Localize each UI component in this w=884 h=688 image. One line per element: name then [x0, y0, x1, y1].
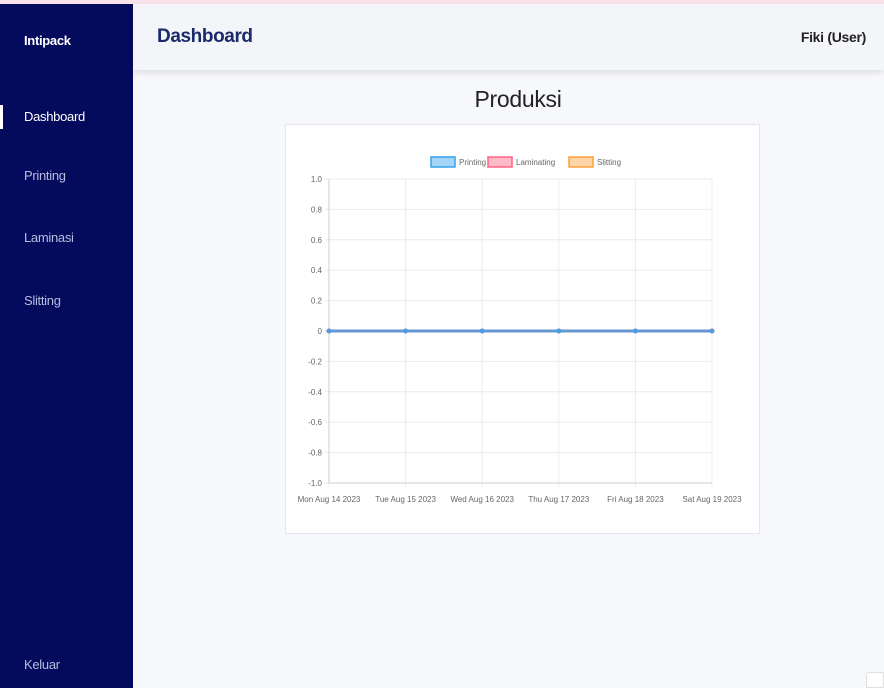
- section-title: Produksi: [474, 86, 562, 112]
- data-point-printing: [403, 328, 409, 334]
- corner-widget[interactable]: [866, 672, 884, 688]
- sidebar: Intipack Dashboard Printing Laminasi Sli…: [0, 4, 133, 688]
- sidebar-item-dashboard[interactable]: Dashboard: [0, 105, 133, 129]
- brand-logo-text: Intipack: [24, 33, 71, 48]
- y-tick-label: -1.0: [308, 479, 322, 488]
- y-tick-label: 0.2: [311, 297, 323, 306]
- legend-label-printing: Printing: [459, 158, 486, 167]
- y-tick-label: 0: [318, 327, 323, 336]
- legend-swatch-laminating: [487, 156, 513, 168]
- y-tick-label: -0.2: [308, 357, 322, 366]
- production-line-chart: 1.0 0.8 0.6 0.4 0.2 0 -0.2 -0.4 -0.6 -0.8 -1.0 Mon …: [298, 156, 742, 504]
- top-header: Dashboard Fiki (User): [133, 4, 884, 70]
- y-tick-label: -0.4: [308, 388, 322, 397]
- y-tick-label: -0.6: [308, 418, 322, 427]
- data-point-printing: [709, 328, 715, 334]
- x-tick-label: Tue Aug 15 2023: [375, 495, 436, 504]
- page-title: Dashboard: [157, 26, 253, 47]
- data-point-printing: [326, 328, 332, 334]
- y-tick-label: 0.6: [311, 236, 323, 245]
- sidebar-item-laminasi[interactable]: Laminasi: [0, 226, 133, 250]
- x-tick-label: Fri Aug 18 2023: [607, 495, 664, 504]
- x-tick-label: Sat Aug 19 2023: [682, 495, 742, 504]
- y-tick-label: 1.0: [311, 175, 323, 184]
- legend-label-laminating: Laminating: [516, 158, 555, 167]
- legend-swatch-printing: [430, 156, 456, 168]
- y-tick-label: -0.8: [308, 449, 322, 458]
- legend-label-slitting: Slitting: [597, 158, 621, 167]
- data-point-printing: [556, 328, 562, 334]
- sidebar-item-printing[interactable]: Printing: [0, 164, 133, 188]
- data-point-printing: [479, 328, 485, 334]
- sidebar-item-logout[interactable]: Keluar: [0, 653, 133, 677]
- legend-swatch-slitting: [568, 156, 594, 168]
- x-tick-label: Wed Aug 16 2023: [450, 495, 514, 504]
- x-tick-label: Thu Aug 17 2023: [528, 495, 589, 504]
- user-menu[interactable]: Fiki (User): [801, 29, 866, 45]
- chart-card: 1.0 0.8 0.6 0.4 0.2 0 -0.2 -0.4 -0.6 -0.8 -1.0 Mon …: [285, 124, 760, 534]
- data-point-printing: [632, 328, 638, 334]
- x-tick-label: Mon Aug 14 2023: [298, 495, 361, 504]
- sidebar-item-slitting[interactable]: Slitting: [0, 289, 133, 313]
- y-tick-label: 0.8: [311, 205, 323, 214]
- y-tick-label: 0.4: [311, 266, 323, 275]
